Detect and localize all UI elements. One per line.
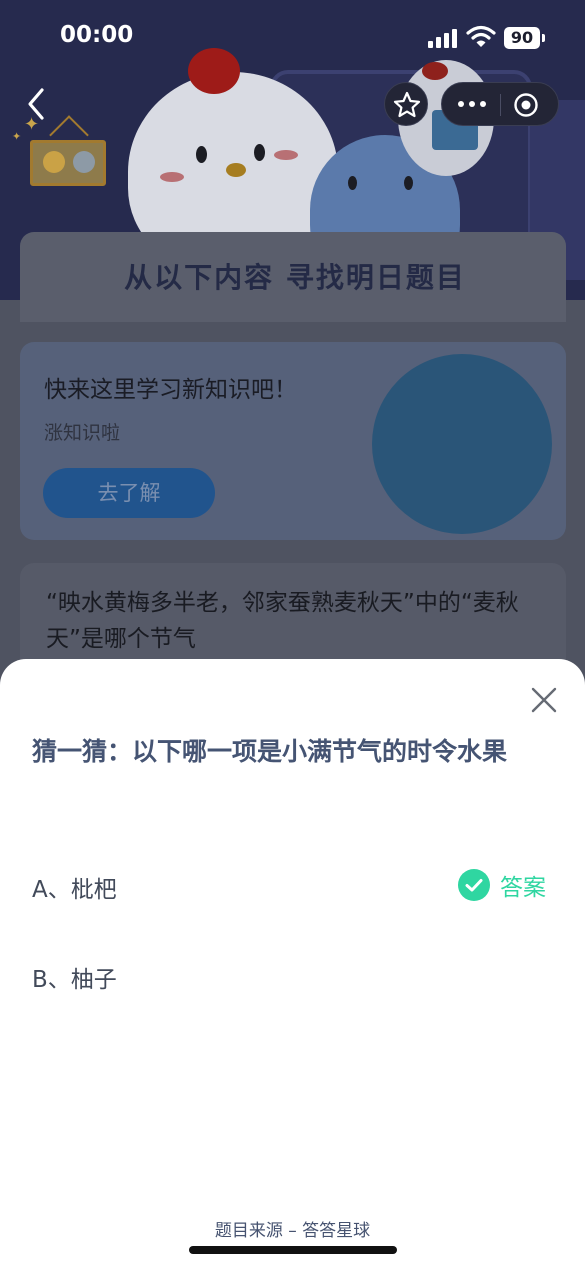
chicken-beak (226, 163, 246, 177)
sparkle-icon: ✦ (12, 130, 22, 143)
favorite-button[interactable] (384, 82, 428, 126)
more-horizontal-icon[interactable] (458, 101, 490, 109)
home-indicator (189, 1246, 397, 1254)
reading-chicken-comb (422, 62, 448, 80)
mini-program-capsule (441, 82, 559, 126)
chicken-cheek (160, 172, 184, 182)
chicken-cheek (274, 150, 298, 160)
learn-card[interactable]: 快来这里学习新知识吧！ 涨知识啦 去了解 (20, 342, 566, 540)
chicken-eye (196, 146, 207, 163)
star-icon (393, 91, 421, 118)
answer-badge: 答案 (458, 868, 546, 902)
question-source: 题目来源 – 答答星球 (214, 1221, 371, 1241)
medal-frame-illustration (30, 140, 106, 186)
chicken-comb (188, 48, 240, 94)
page-heading: 从以下内容 寻找明日题目 (124, 261, 466, 294)
signal-icon (428, 28, 458, 48)
target-icon[interactable] (513, 92, 539, 118)
option-a[interactable]: A、枇杷 (32, 870, 117, 904)
status-time: 00:00 (60, 22, 134, 48)
capsule-divider (500, 94, 501, 116)
quiz-question-title: 猜一猜：以下哪一项是小满节气的时令水果 (32, 737, 508, 766)
silver-medal-icon (73, 151, 95, 173)
chevron-left-icon[interactable] (18, 84, 54, 124)
blob-eye (348, 176, 357, 190)
wifi-icon (466, 25, 496, 47)
option-b[interactable]: B、柚子 (32, 960, 117, 994)
question-text: “映水黄梅多半老，邻家蚕熟麦秋天”中的“麦秋天”是哪个节气 (46, 590, 519, 652)
answer-label: 答案 (500, 875, 546, 901)
learn-more-button[interactable]: 去了解 (43, 468, 215, 518)
chicken-eye (254, 144, 265, 161)
learn-card-title: 快来这里学习新知识吧！ (44, 377, 297, 403)
learn-card-subtitle: 涨知识啦 (44, 422, 121, 444)
blob-eye (404, 176, 413, 190)
check-circle-icon (458, 869, 490, 901)
gold-medal-icon (43, 151, 65, 173)
learning-illustration (372, 354, 552, 534)
battery-indicator: 90 (504, 27, 545, 49)
close-icon[interactable] (530, 686, 558, 714)
